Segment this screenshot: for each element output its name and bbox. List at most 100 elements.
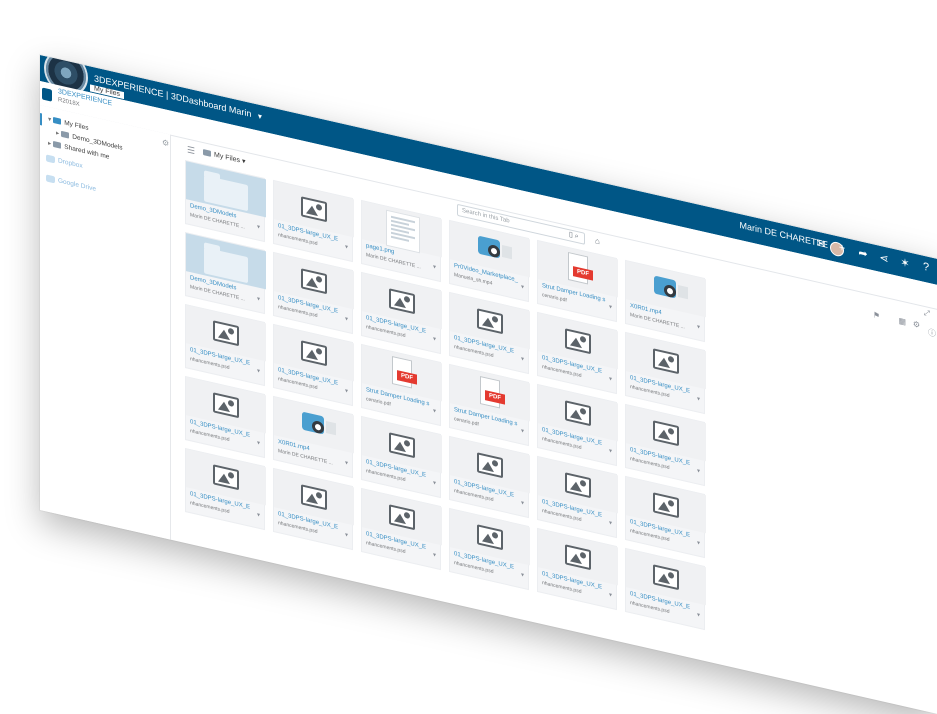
network-icon[interactable]: ⋖ xyxy=(878,250,890,266)
video-icon xyxy=(478,235,512,260)
file-tile[interactable]: 01_3DPS-large_UX_E nhancements.psd ▾ xyxy=(273,251,354,335)
chevron-down-icon[interactable]: ▾ xyxy=(609,375,612,383)
chevron-down-icon[interactable]: ▾ xyxy=(697,611,700,619)
image-icon xyxy=(565,400,591,427)
video-icon xyxy=(654,275,688,300)
image-icon xyxy=(389,504,415,531)
google-drive-link[interactable]: Google Drive xyxy=(46,174,96,193)
file-tile[interactable]: 01_3DPS-large_UX_E nhancements.psd ▾ xyxy=(273,323,354,407)
chevron-right-icon[interactable]: ▸ xyxy=(56,130,59,138)
chevron-down-icon[interactable]: ▾ xyxy=(521,499,524,507)
chevron-down-icon[interactable]: ▾ xyxy=(609,519,612,527)
chevron-down-icon[interactable]: ▾ xyxy=(258,112,262,122)
grid-view-icon[interactable]: ▦ xyxy=(898,316,906,327)
dropbox-link[interactable]: Dropbox xyxy=(46,154,83,170)
file-tile[interactable]: 01_3DPS-large_UX_E nhancements.psd ▾ xyxy=(537,383,618,467)
file-tile[interactable]: 01_3DPS-large_UX_E nhancements.psd ▾ xyxy=(361,487,442,571)
chevron-down-icon[interactable]: ▾ xyxy=(433,407,436,415)
file-tile[interactable]: 01_3DPS-large_UX_E nhancements.psd ▾ xyxy=(537,527,618,611)
settings-icon[interactable]: ⚙ xyxy=(913,319,920,330)
image-icon xyxy=(301,196,327,223)
chevron-down-icon[interactable]: ▾ xyxy=(697,395,700,403)
file-tile[interactable]: 01_3DPS-large_UX_E nhancements.psd ▾ xyxy=(625,403,706,487)
file-tile[interactable]: 01_3DPS-large_UX_E nhancements.psd ▾ xyxy=(625,475,706,559)
image-icon xyxy=(213,464,239,491)
file-tile[interactable]: X0R01.mp4 Marin DE CHARETTE ... ▾ xyxy=(273,395,354,479)
image-icon xyxy=(477,452,503,479)
chevron-down-icon[interactable]: ▾ xyxy=(609,303,612,311)
chevron-down-icon[interactable]: ▾ xyxy=(433,479,436,487)
chevron-down-icon[interactable]: ▾ xyxy=(521,283,524,291)
search-icon[interactable]: ▯ ⌕ xyxy=(569,230,579,241)
chevron-down-icon[interactable]: ▾ xyxy=(48,116,51,124)
image-icon xyxy=(213,392,239,419)
pdf-label: PDF xyxy=(485,390,505,405)
chevron-down-icon[interactable]: ▾ xyxy=(609,591,612,599)
info-icon[interactable]: ⓘ xyxy=(928,327,936,340)
file-tile[interactable]: 01_3DPS-large_UX_E nhancements.psd ▾ xyxy=(185,447,266,531)
chevron-down-icon[interactable]: ▾ xyxy=(257,511,260,519)
chevron-down-icon[interactable]: ▾ xyxy=(257,367,260,375)
image-icon xyxy=(653,348,679,375)
file-tile[interactable]: 01_3DPS-large_UX_E nhancements.psd ▾ xyxy=(625,331,706,415)
pdf-label: PDF xyxy=(397,370,417,385)
help-icon[interactable]: ? xyxy=(920,260,932,276)
gear-icon[interactable]: ⚙ xyxy=(162,138,169,149)
chevron-down-icon[interactable]: ▾ xyxy=(345,531,348,539)
expand-icon[interactable]: ⤢ xyxy=(924,308,930,319)
image-icon xyxy=(301,340,327,367)
chat-icon[interactable]: ✉ xyxy=(815,236,827,252)
chevron-down-icon[interactable]: ▾ xyxy=(257,295,260,303)
tag-icon[interactable]: ⌂ xyxy=(595,236,600,246)
file-tile[interactable]: 01_3DPS-large_UX_E nhancements.psd ▾ xyxy=(537,455,618,539)
chevron-down-icon[interactable]: ▾ xyxy=(257,439,260,447)
chevron-down-icon[interactable]: ▾ xyxy=(697,467,700,475)
chevron-down-icon[interactable]: ▾ xyxy=(521,355,524,363)
chevron-right-icon[interactable]: ▸ xyxy=(48,140,51,148)
folder-icon xyxy=(204,175,248,212)
chevron-down-icon[interactable]: ▾ xyxy=(242,158,246,166)
dropbox-label: Dropbox xyxy=(58,157,83,170)
chevron-down-icon[interactable]: ▾ xyxy=(345,243,348,251)
file-tile[interactable]: 01_3DPS-large_UX_E nhancements.psd ▾ xyxy=(185,303,266,387)
file-tile[interactable]: 01_3DPS-large_UX_E nhancements.psd ▾ xyxy=(361,271,442,355)
file-tile[interactable]: 01_3DPS-large_UX_E nhancements.psd ▾ xyxy=(449,435,530,519)
share-icon[interactable]: ➦ xyxy=(857,246,869,262)
file-tile[interactable]: PDF Strut Damper Loading s cenario.pdf ▾ xyxy=(449,363,530,447)
chevron-down-icon[interactable]: ▾ xyxy=(345,459,348,467)
chevron-down-icon[interactable]: ▾ xyxy=(345,315,348,323)
filter-icon[interactable]: ⚑ xyxy=(873,310,880,321)
chevron-down-icon[interactable]: ▾ xyxy=(697,323,700,331)
breadcrumb-label: My Files xyxy=(214,151,241,165)
chevron-down-icon[interactable]: ▾ xyxy=(257,223,260,231)
folder-icon xyxy=(61,131,70,139)
file-tile[interactable]: Demo_3DModels Marin DE CHARETTE ... ▾ xyxy=(185,231,266,315)
image-icon xyxy=(565,472,591,499)
pdf-icon: PDF xyxy=(480,375,505,409)
plus-icon[interactable]: + xyxy=(836,241,848,257)
list-view-icon[interactable]: ☰ xyxy=(187,144,195,157)
image-icon xyxy=(389,288,415,315)
chevron-down-icon[interactable]: ▾ xyxy=(433,551,436,559)
chevron-down-icon[interactable]: ▾ xyxy=(609,447,612,455)
chevron-down-icon[interactable]: ▾ xyxy=(697,539,700,547)
image-icon xyxy=(301,268,327,295)
chevron-down-icon[interactable]: ▾ xyxy=(521,571,524,579)
file-tile[interactable]: 01_3DPS-large_UX_E nhancements.psd ▾ xyxy=(449,291,530,375)
file-tile[interactable]: 01_3DPS-large_UX_E nhancements.psd ▾ xyxy=(185,375,266,459)
file-tile[interactable]: 01_3DPS-large_UX_E nhancements.psd ▾ xyxy=(361,415,442,499)
tree-item-my-files[interactable]: ▾ My Files xyxy=(48,115,88,132)
chevron-down-icon[interactable]: ▾ xyxy=(433,335,436,343)
google-drive-label: Google Drive xyxy=(58,177,96,193)
tools-icon[interactable]: ✶ xyxy=(899,255,911,271)
file-tile[interactable]: 01_3DPS-large_UX_E nhancements.psd ▾ xyxy=(537,311,618,395)
chevron-down-icon[interactable]: ▾ xyxy=(521,427,524,435)
image-icon xyxy=(565,544,591,571)
chevron-down-icon[interactable]: ▾ xyxy=(433,263,436,271)
image-icon xyxy=(213,320,239,347)
file-tile[interactable]: 01_3DPS-large_UX_E nhancements.psd ▾ xyxy=(625,547,706,631)
file-tile[interactable]: 01_3DPS-large_UX_E nhancements.psd ▾ xyxy=(449,507,530,591)
chevron-down-icon[interactable]: ▾ xyxy=(345,387,348,395)
file-tile[interactable]: PDF Strut Damper Loading s cenario.pdf ▾ xyxy=(361,343,442,427)
file-tile[interactable]: 01_3DPS-large_UX_E nhancements.psd ▾ xyxy=(273,467,354,551)
